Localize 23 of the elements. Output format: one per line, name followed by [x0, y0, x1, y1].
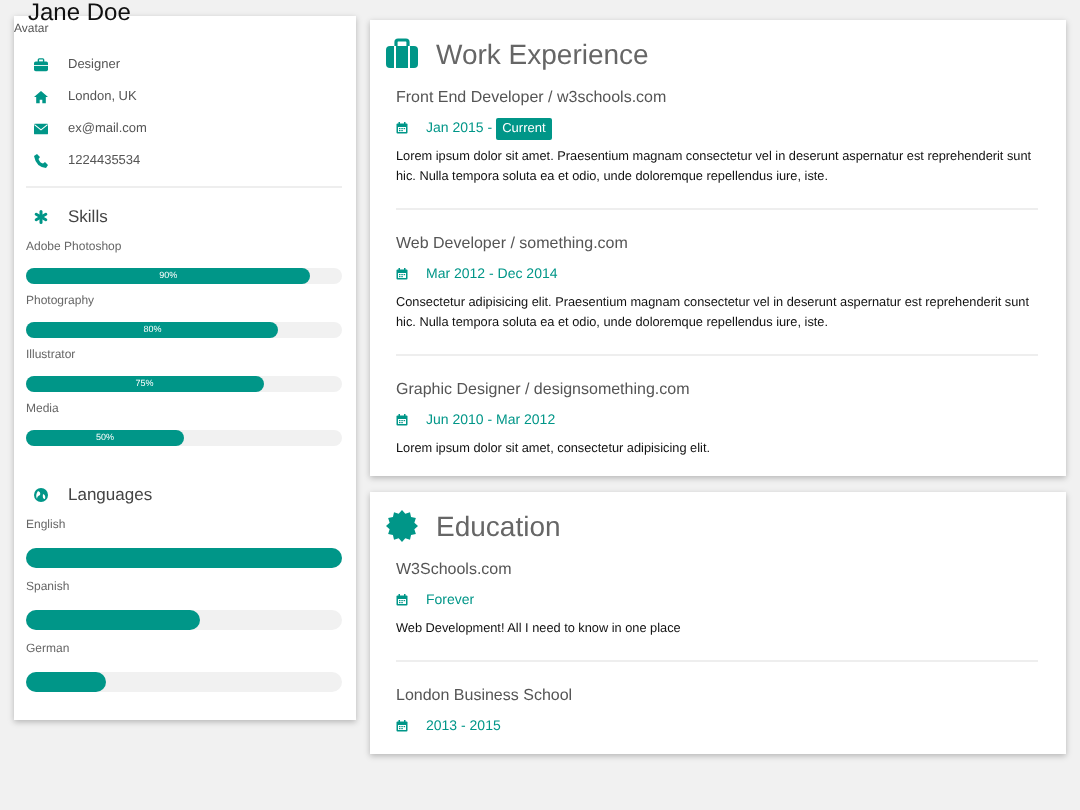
house-icon — [34, 89, 48, 103]
calendar-icon — [396, 268, 408, 280]
briefcase-icon — [386, 38, 418, 70]
calendar-icon — [396, 414, 408, 426]
entry-title: Front End Developer / w3schools.com — [396, 88, 669, 108]
section-title: Education — [436, 510, 561, 542]
entry-title: London Business School — [396, 686, 575, 706]
calendar-icon — [396, 594, 408, 606]
envelope-icon — [34, 121, 48, 135]
entry-title: Graphic Designer / designsomething.com — [396, 380, 692, 400]
phone-icon — [34, 153, 48, 167]
asterisk-icon — [34, 209, 48, 223]
section-heading: Skills — [68, 206, 108, 226]
section-title: Work Experience — [436, 38, 649, 70]
badge-icon — [386, 510, 418, 542]
entry-title: Web Developer / something.com — [396, 234, 630, 254]
section-heading: Languages — [68, 484, 153, 504]
briefcase-icon — [34, 57, 48, 71]
calendar-icon — [396, 720, 408, 732]
entry-title: W3Schools.com — [396, 560, 514, 580]
calendar-icon — [396, 122, 408, 134]
globe-icon — [34, 487, 48, 501]
person-name: Jane Doe — [28, 0, 131, 24]
